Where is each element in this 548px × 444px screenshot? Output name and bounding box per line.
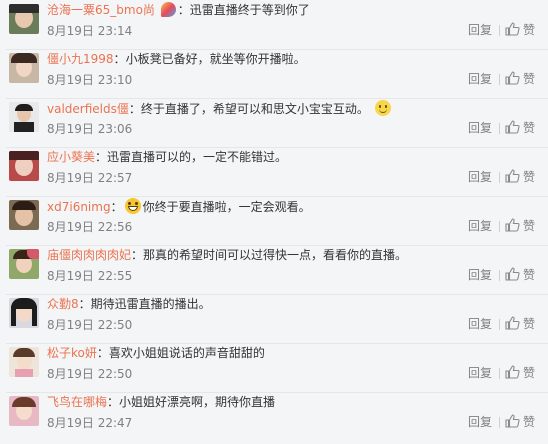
reply-button[interactable]: 回复	[468, 219, 492, 233]
like-label: 赞	[523, 170, 536, 184]
comment-item: valderfields僵：终于直播了，希望可以和思文小宝宝互动。 8月19日 …	[0, 98, 548, 148]
username-link[interactable]: valderfields僵	[47, 102, 129, 116]
comment-text: 小板凳已备好，就坐等你开播啦。	[125, 52, 306, 66]
divider	[499, 123, 500, 134]
comment-time: 8月19日 22:55	[47, 269, 133, 283]
reply-button[interactable]: 回复	[468, 268, 492, 282]
comment-time: 8月19日 23:10	[47, 73, 133, 87]
divider	[499, 221, 500, 232]
like-button[interactable]: 赞	[504, 168, 538, 184]
divider	[499, 25, 500, 36]
avatar[interactable]	[9, 396, 39, 426]
thumbs-up-icon	[505, 218, 520, 232]
username-link[interactable]: 应小葵美	[47, 150, 95, 164]
comment-text: 那真的希望时间可以过得快一点，看看你的直播。	[143, 248, 408, 262]
username-link[interactable]: 松子ko妍	[47, 346, 97, 360]
avatar[interactable]	[9, 347, 39, 377]
like-label: 赞	[523, 72, 536, 86]
reply-button[interactable]: 回复	[468, 121, 492, 135]
comment-time: 8月19日 23:14	[47, 24, 133, 38]
divider	[499, 319, 500, 330]
avatar[interactable]	[9, 151, 39, 181]
like-label: 赞	[523, 317, 536, 331]
comment-text: 迅雷直播可以的，一定不能错过。	[107, 150, 288, 164]
reply-button[interactable]: 回复	[468, 415, 492, 429]
avatar[interactable]	[9, 200, 39, 230]
comment-time: 8月19日 22:57	[47, 171, 133, 185]
username-link[interactable]: 飞鸟在哪梅	[47, 395, 107, 409]
username-link[interactable]: 沧海一粟65_bmo尚	[47, 3, 155, 17]
like-button[interactable]: 赞	[504, 217, 538, 233]
comment-item: 沧海一粟65_bmo尚 ：迅雷直播终于等到你了 8月19日 23:14 回复 赞	[0, 0, 548, 50]
grin-emoji-icon	[124, 198, 141, 214]
thumbs-up-icon	[505, 267, 520, 281]
balloon-badge-icon	[160, 2, 176, 17]
reply-button[interactable]: 回复	[468, 170, 492, 184]
username-link[interactable]: 庙僵肉肉肉肉妃	[47, 248, 131, 262]
thumbs-up-icon	[505, 316, 520, 330]
thumbs-up-icon	[505, 120, 520, 134]
thumbs-up-icon	[505, 169, 520, 183]
reply-button[interactable]: 回复	[468, 366, 492, 380]
reply-button[interactable]: 回复	[468, 317, 492, 331]
thumbs-up-icon	[505, 365, 520, 379]
divider	[499, 417, 500, 428]
like-button[interactable]: 赞	[504, 70, 538, 86]
like-label: 赞	[523, 415, 536, 429]
username-link[interactable]: 众勤8	[47, 297, 79, 311]
comment-text: 你终于要直播啦，一定会观看。	[142, 200, 311, 214]
divider	[499, 172, 500, 183]
username-link[interactable]: xd7i6nimg	[47, 200, 111, 214]
thumbs-up-icon	[505, 22, 520, 36]
avatar[interactable]	[9, 4, 39, 34]
like-label: 赞	[523, 219, 536, 233]
comment-text: 期待迅雷直播的播出。	[90, 297, 211, 311]
comment-time: 8月19日 22:47	[47, 416, 133, 430]
like-label: 赞	[523, 366, 536, 380]
like-button[interactable]: 赞	[504, 119, 538, 135]
divider	[499, 270, 500, 281]
comment-list: 沧海一粟65_bmo尚 ：迅雷直播终于等到你了 8月19日 23:14 回复 赞…	[0, 0, 548, 444]
like-button[interactable]: 赞	[504, 266, 538, 282]
comment-item: 松子ko妍：喜欢小姐姐说话的声音甜甜的 8月19日 22:50 回复 赞	[0, 343, 548, 393]
thumbs-up-icon	[505, 71, 520, 85]
comment-item: 庙僵肉肉肉肉妃：那真的希望时间可以过得快一点，看看你的直播。 8月19日 22:…	[0, 245, 548, 295]
comment-item: 应小葵美：迅雷直播可以的，一定不能错过。 8月19日 22:57 回复 赞	[0, 147, 548, 197]
like-label: 赞	[523, 23, 536, 37]
comment-text: 喜欢小姐姐说话的声音甜甜的	[108, 346, 265, 360]
avatar[interactable]	[9, 249, 39, 279]
avatar[interactable]	[9, 298, 39, 328]
divider	[499, 74, 500, 85]
comment-item: 飞鸟在哪梅：小姐姐好漂亮啊，期待你直播 8月19日 22:47 回复 赞	[0, 392, 548, 442]
comment-time: 8月19日 22:50	[47, 318, 133, 332]
like-button[interactable]: 赞	[504, 21, 538, 37]
divider	[499, 368, 500, 379]
comment-text: 小姐姐好漂亮啊，期待你直播	[119, 395, 276, 409]
like-button[interactable]: 赞	[504, 315, 538, 331]
like-button[interactable]: 赞	[504, 413, 538, 429]
comment-item: 僵小九1998：小板凳已备好，就坐等你开播啦。 8月19日 23:10 回复 赞	[0, 49, 548, 99]
comment-time: 8月19日 22:50	[47, 367, 133, 381]
reply-button[interactable]: 回复	[468, 23, 492, 37]
comment-item: xd7i6nimg： 你终于要直播啦，一定会观看。 8月19日 22:56 回复…	[0, 196, 548, 246]
like-label: 赞	[523, 268, 536, 282]
comment-text: 终于直播了，希望可以和思文小宝宝互动。	[140, 102, 369, 116]
comment-time: 8月19日 22:56	[47, 220, 133, 234]
username-link[interactable]: 僵小九1998	[47, 52, 114, 66]
comment-text: 迅雷直播终于等到你了	[189, 3, 310, 17]
avatar[interactable]	[9, 102, 39, 132]
like-label: 赞	[523, 121, 536, 135]
smile-emoji-icon	[374, 100, 391, 116]
comment-item: 众勤8：期待迅雷直播的播出。 8月19日 22:50 回复 赞	[0, 294, 548, 344]
avatar[interactable]	[9, 53, 39, 83]
like-button[interactable]: 赞	[504, 364, 538, 380]
reply-button[interactable]: 回复	[468, 72, 492, 86]
comment-time: 8月19日 23:06	[47, 122, 133, 136]
thumbs-up-icon	[505, 414, 520, 428]
